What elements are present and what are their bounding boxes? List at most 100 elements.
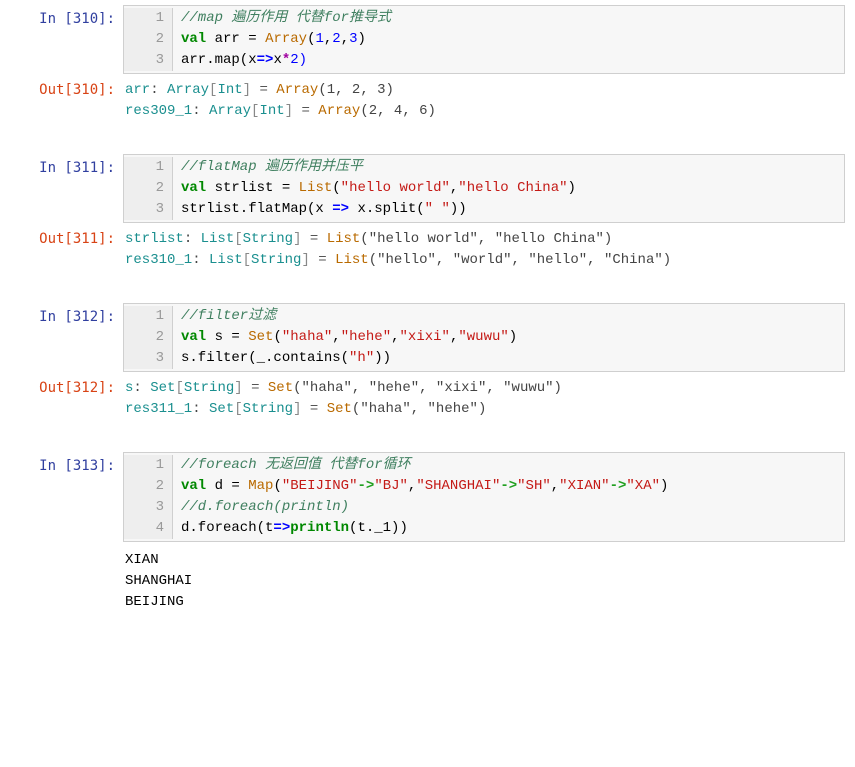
- out-colon: :: [192, 401, 209, 417]
- out-constructor: Set: [268, 380, 293, 396]
- stdout-line: XIAN: [125, 552, 159, 568]
- output-prompt: Out[310]:: [0, 76, 123, 132]
- paren-close: ): [660, 478, 668, 494]
- line-number: 3: [124, 348, 173, 369]
- map-arrow: ->: [500, 478, 517, 494]
- number: 1: [315, 31, 323, 47]
- code-block[interactable]: 1 //foreach 无返回值 代替for循环 2 val d = Map("…: [123, 452, 845, 542]
- identifier: strlist: [215, 180, 274, 196]
- paren-close: ): [568, 180, 576, 196]
- expr: d.foreach(t: [181, 520, 273, 536]
- input-prompt: In [310]:: [0, 5, 123, 74]
- out-eq: =: [293, 103, 318, 119]
- paren-close: )): [450, 201, 467, 217]
- comma: ,: [391, 329, 399, 345]
- stdout-cell-313: XIAN SHANGHAI BEIJING: [0, 544, 855, 619]
- string: "SHANGHAI": [416, 478, 500, 494]
- out-bracket: ]: [234, 380, 242, 396]
- identifier: d: [215, 478, 223, 494]
- paren-open: (: [273, 478, 281, 494]
- comment: //filter过滤: [181, 308, 276, 324]
- out-bracket: [: [175, 380, 183, 396]
- out-bracket: ]: [301, 252, 309, 268]
- stdout-line: SHANGHAI: [125, 573, 192, 589]
- out-type-inner: Int: [217, 82, 242, 98]
- code-block[interactable]: 1 //filter过滤 2 val s = Set("haha","hehe"…: [123, 303, 845, 372]
- type-name: Map: [248, 478, 273, 494]
- arrow-op: =>: [273, 520, 290, 536]
- line-number: 2: [124, 327, 173, 348]
- out-eq: =: [301, 401, 326, 417]
- out-eq: =: [301, 231, 326, 247]
- type-name: Set: [248, 329, 273, 345]
- input-cell-311: In [311]: 1 //flatMap 遍历作用并压平 2 val strl…: [0, 154, 855, 223]
- out-colon: :: [184, 231, 201, 247]
- comment: //d.foreach(println): [181, 499, 349, 515]
- code-line: 1 //flatMap 遍历作用并压平: [124, 157, 844, 178]
- out-type-inner: String: [243, 401, 293, 417]
- output-block: arr: Array[Int] = Array(1, 2, 3) res309_…: [123, 76, 855, 132]
- out-type: Array: [209, 103, 251, 119]
- code-block[interactable]: 1 //flatMap 遍历作用并压平 2 val strlist = List…: [123, 154, 845, 223]
- type-name: Array: [265, 31, 307, 47]
- line-number: 3: [124, 50, 173, 71]
- out-bracket: ]: [285, 103, 293, 119]
- code-line: 2 val strlist = List("hello world","hell…: [124, 178, 844, 199]
- code-line: 2 val arr = Array(1,2,3): [124, 29, 844, 50]
- string: "hello world": [341, 180, 450, 196]
- out-type: List: [201, 231, 235, 247]
- out-bracket: ]: [243, 82, 251, 98]
- out-values: ("hello world", "hello China"): [360, 231, 612, 247]
- line-number: 1: [124, 8, 173, 29]
- code-block[interactable]: 1 //map 遍历作用 代替for推导式 2 val arr = Array(…: [123, 5, 845, 74]
- out-constructor: Array: [276, 82, 318, 98]
- out-eq: =: [310, 252, 335, 268]
- out-bracket: [: [234, 231, 242, 247]
- out-type: List: [209, 252, 243, 268]
- line-number: 4: [124, 518, 173, 539]
- input-cell-313: In [313]: 1 //foreach 无返回值 代替for循环 2 val…: [0, 452, 855, 542]
- input-cell-310: In [310]: 1 //map 遍历作用 代替for推导式 2 val ar…: [0, 5, 855, 74]
- arrow-op: =>: [257, 52, 274, 68]
- out-values: ("haha", "hehe"): [352, 401, 486, 417]
- map-arrow: ->: [358, 478, 375, 494]
- op-equals: =: [240, 31, 265, 47]
- output-cell-310: Out[310]: arr: Array[Int] = Array(1, 2, …: [0, 76, 855, 132]
- code-line: 3 s.filter(_.contains("h")): [124, 348, 844, 369]
- out-type-inner: String: [251, 252, 301, 268]
- code-line: 3 //d.foreach(println): [124, 497, 844, 518]
- line-number: 3: [124, 199, 173, 220]
- out-colon: :: [133, 380, 150, 396]
- out-values: ("hello", "world", "hello", "China"): [369, 252, 671, 268]
- code-line: 1 //map 遍历作用 代替for推导式: [124, 8, 844, 29]
- string: "wuwu": [458, 329, 508, 345]
- paren-close: ): [509, 329, 517, 345]
- code-line: 4 d.foreach(t=>println(t._1)): [124, 518, 844, 539]
- paren-open: (: [273, 329, 281, 345]
- keyword: val: [181, 478, 206, 494]
- code-line: 2 val d = Map("BEIJING"->"BJ","SHANGHAI"…: [124, 476, 844, 497]
- keyword: val: [181, 329, 206, 345]
- identifier: arr: [215, 31, 240, 47]
- out-values: (1, 2, 3): [318, 82, 394, 98]
- out-type: Set: [150, 380, 175, 396]
- number: 2): [290, 52, 307, 68]
- out-type-inner: Int: [259, 103, 284, 119]
- input-prompt: In [312]:: [0, 303, 123, 372]
- code-line: 1 //foreach 无返回值 代替for循环: [124, 455, 844, 476]
- type-name: List: [299, 180, 333, 196]
- string: "XA": [626, 478, 660, 494]
- line-number: 2: [124, 178, 173, 199]
- keyword: val: [181, 180, 206, 196]
- out-values: ("haha", "hehe", "xixi", "wuwu"): [293, 380, 562, 396]
- code-line: 3 arr.map(x=>x*2): [124, 50, 844, 71]
- line-number: 3: [124, 497, 173, 518]
- out-constructor: List: [327, 231, 361, 247]
- expr: strlist.flatMap(x: [181, 201, 332, 217]
- out-constructor: Array: [318, 103, 360, 119]
- paren-close: )): [374, 350, 391, 366]
- stdout-line: BEIJING: [125, 594, 184, 610]
- output-block: s: Set[String] = Set("haha", "hehe", "xi…: [123, 374, 855, 430]
- paren-open: (: [332, 180, 340, 196]
- out-id: arr: [125, 82, 150, 98]
